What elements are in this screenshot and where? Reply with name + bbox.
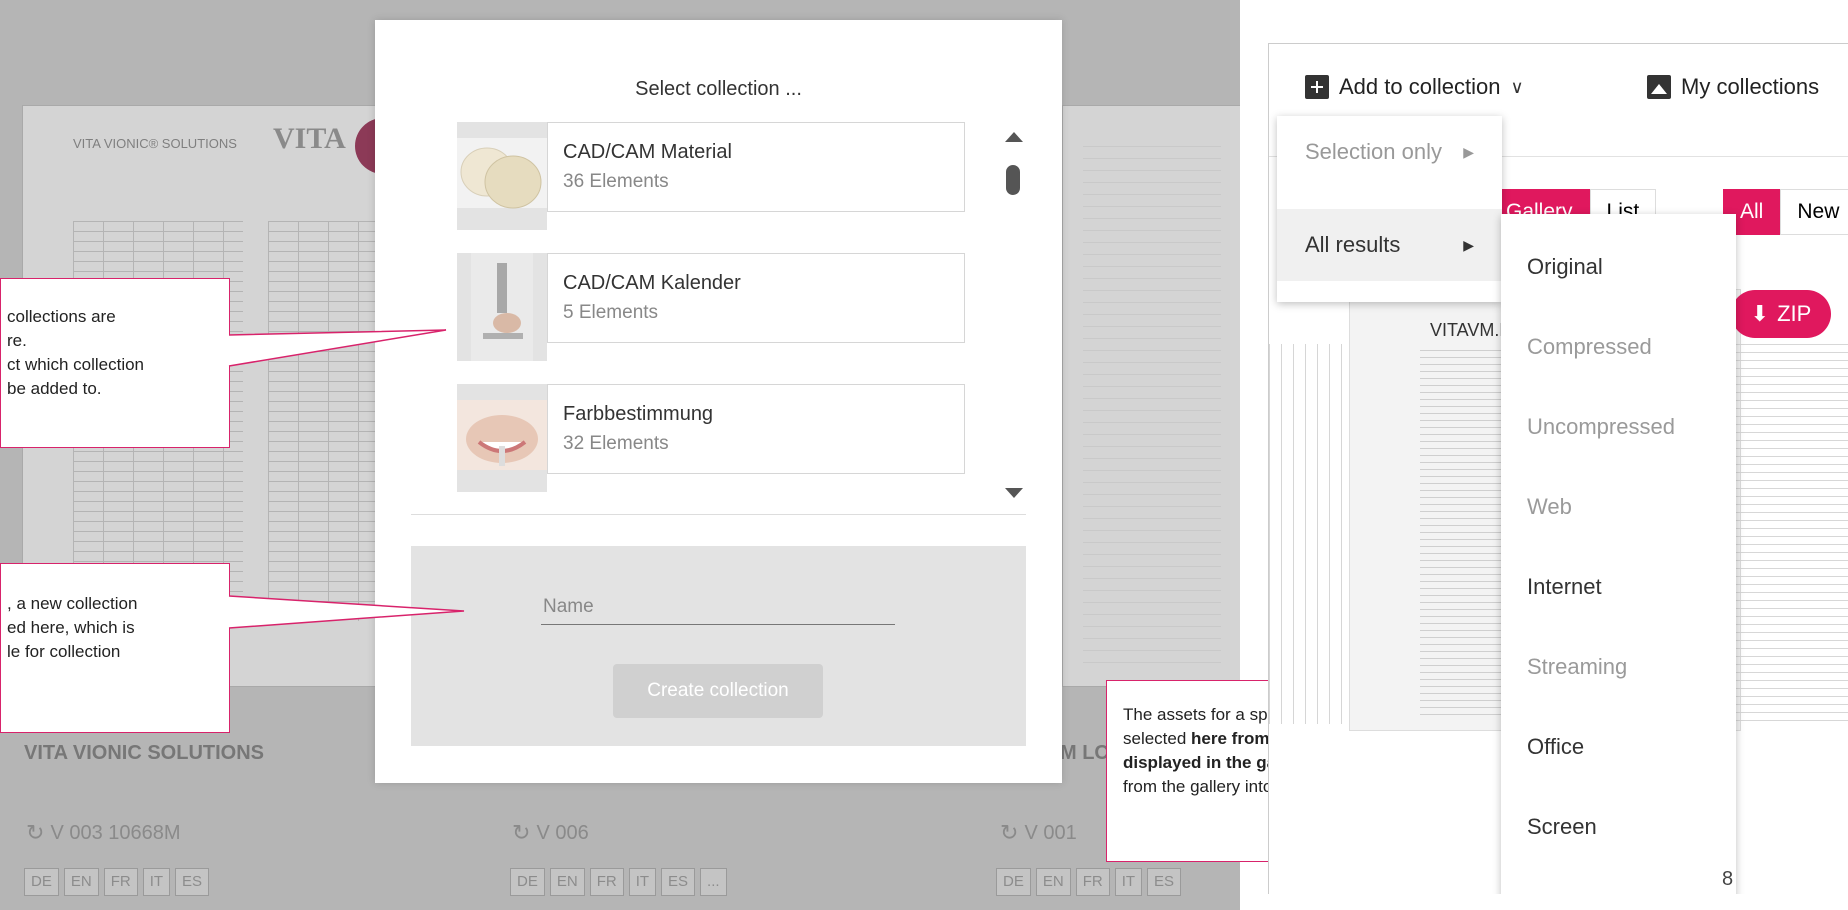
scroll-down-icon[interactable] <box>1005 488 1023 498</box>
add-box-icon <box>1305 75 1329 99</box>
select-collection-dialog: Select collection ... CAD/CAM Material 3… <box>375 20 1062 783</box>
lang-tag[interactable]: ES <box>661 868 696 896</box>
add-to-collection-button[interactable]: Add to collection ∨ <box>1305 74 1524 100</box>
refresh-icon: ↻ <box>512 820 531 845</box>
discs-image <box>457 138 547 209</box>
dialog-title: Select collection ... <box>635 78 802 100</box>
collection-name: CAD/CAM Material <box>563 141 732 163</box>
vita-logo: VITA <box>273 122 346 155</box>
chevron-down-icon: ∨ <box>1510 76 1524 97</box>
collection-thumbnail <box>457 122 547 230</box>
lang-tag[interactable]: ES <box>175 868 210 896</box>
menu-item-all-results[interactable]: All results ▶ <box>1277 209 1502 281</box>
lang-tag[interactable]: FR <box>589 868 624 896</box>
submenu-internet[interactable]: Internet <box>1527 574 1602 600</box>
create-collection-button[interactable]: Create collection <box>613 664 823 718</box>
refresh-icon: ↻ <box>26 820 45 845</box>
lang-tag[interactable]: DE <box>510 868 545 896</box>
scroll-up-icon[interactable] <box>1005 132 1023 142</box>
card-version: ↻ V 001 <box>1000 820 1077 845</box>
lang-tag[interactable]: FR <box>103 868 138 896</box>
add-to-collection-screenshot: Add to collection ∨ My collections Galle… <box>1268 43 1848 894</box>
add-to-collection-menu: Selection only ▶ All results ▶ <box>1277 116 1502 302</box>
lang-tag[interactable]: FR <box>1075 868 1110 896</box>
lang-tag[interactable]: IT <box>1114 868 1143 896</box>
callout-collections: collections are re. ct which collection … <box>0 278 230 448</box>
download-icon: ⬇ <box>1750 301 1770 326</box>
create-collection-panel: Create collection <box>411 546 1026 746</box>
collection-count: 32 Elements <box>563 433 669 454</box>
lang-tag[interactable]: EN <box>1035 868 1071 896</box>
submenu-web[interactable]: Web <box>1527 494 1572 520</box>
collection-name: CAD/CAM Kalender <box>563 272 741 294</box>
document-preview-right <box>1062 105 1240 687</box>
my-collections-button[interactable]: My collections <box>1647 74 1819 100</box>
collection-card[interactable]: Farbbestimmung 32 Elements <box>547 384 965 474</box>
filter-tabs: All New <box>1723 189 1848 235</box>
collection-name-input[interactable] <box>541 590 895 625</box>
submenu-screen[interactable]: Screen <box>1527 814 1597 840</box>
page-number: 8 <box>1722 868 1734 890</box>
collection-count: 36 Elements <box>563 171 669 192</box>
collection-item[interactable]: CAD/CAM Kalender 5 Elements <box>457 253 965 361</box>
scrollbar-thumb[interactable] <box>1006 165 1020 195</box>
collection-thumbnail <box>457 384 547 492</box>
menu-item-selection-only[interactable]: Selection only ▶ <box>1277 116 1502 188</box>
lang-tag[interactable]: ... <box>700 868 727 896</box>
card-version: ↻ V 003 10668M <box>26 820 181 845</box>
lang-tag[interactable]: IT <box>628 868 657 896</box>
collection-list[interactable]: CAD/CAM Material 36 Elements CAD/CAM Kal… <box>457 122 967 502</box>
language-tags: DE EN FR IT ES <box>996 868 1182 896</box>
doc-text-lines <box>1083 146 1221 666</box>
zip-button[interactable]: ⬇ ZIP <box>1731 290 1831 338</box>
tab-new[interactable]: New <box>1780 189 1848 235</box>
lang-tag[interactable]: EN <box>549 868 585 896</box>
collection-name: Farbbestimmung <box>563 403 714 425</box>
refresh-icon: ↻ <box>1000 820 1019 845</box>
collection-item[interactable]: CAD/CAM Material 36 Elements <box>457 122 965 230</box>
collection-card[interactable]: CAD/CAM Material 36 Elements <box>547 122 965 212</box>
lang-tag[interactable]: EN <box>63 868 99 896</box>
doc-brand: VITA VIONIC® SOLUTIONS <box>73 136 237 151</box>
doc-table <box>268 221 388 621</box>
machine-image <box>471 253 533 361</box>
submenu-compressed[interactable]: Compressed <box>1527 334 1652 360</box>
collection-item[interactable]: Farbbestimmung 32 Elements <box>457 384 965 492</box>
divider <box>411 514 1026 515</box>
document-preview-right <box>1729 344 1848 724</box>
submenu-office[interactable]: Office <box>1527 734 1584 760</box>
collection-card[interactable]: CAD/CAM Kalender 5 Elements <box>547 253 965 343</box>
card-title: M LC <box>1060 742 1109 764</box>
submenu-uncompressed[interactable]: Uncompressed <box>1527 414 1675 440</box>
callout-new-collection: , a new collection ed here, which is le … <box>0 563 230 733</box>
card-title: VITA VIONIC SOLUTIONS <box>24 742 265 764</box>
format-submenu: Original Compressed Uncompressed Web Int… <box>1501 214 1736 894</box>
lang-tag[interactable]: ES <box>1147 868 1182 896</box>
submenu-streaming[interactable]: Streaming <box>1527 654 1627 680</box>
lang-tag[interactable]: IT <box>142 868 171 896</box>
collection-thumbnail <box>457 253 547 361</box>
collection-count: 5 Elements <box>563 302 659 323</box>
language-tags: DE EN FR IT ES <box>24 868 210 896</box>
lang-tag[interactable]: DE <box>996 868 1031 896</box>
chevron-right-icon: ▶ <box>1463 236 1474 253</box>
card-version: ↻ V 006 <box>512 820 589 845</box>
lang-tag[interactable]: DE <box>24 868 59 896</box>
chevron-right-icon: ▶ <box>1463 143 1474 160</box>
smile-image <box>457 400 547 470</box>
submenu-original[interactable]: Original <box>1527 254 1603 280</box>
photo-library-icon <box>1647 75 1671 99</box>
language-tags: DE EN FR IT ES ... <box>510 868 727 896</box>
table-preview <box>1269 344 1349 724</box>
